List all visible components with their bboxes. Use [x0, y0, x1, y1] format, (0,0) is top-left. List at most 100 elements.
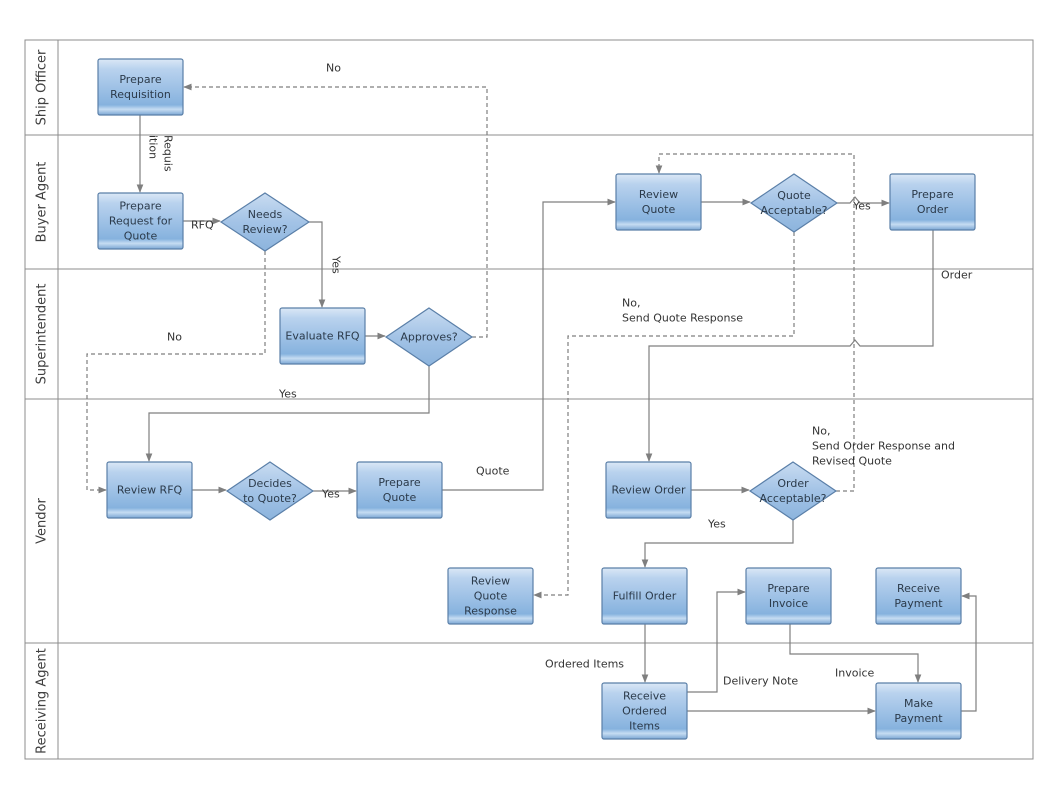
process-box	[97, 58, 184, 116]
node-label: Quote	[474, 590, 508, 603]
node-label: Invoice	[769, 597, 809, 610]
node-label: Decides	[248, 477, 292, 490]
node-label: Response	[464, 605, 517, 618]
node-label: Receive	[897, 582, 940, 595]
process-box	[889, 173, 976, 231]
edge-approves-to-review-rfq[interactable]	[145, 366, 430, 462]
edge-prepare-order-to-review-order[interactable]	[645, 230, 934, 462]
node-prepare-quote[interactable]: Prepare Quote	[356, 461, 443, 519]
edge-label: RFQ	[191, 219, 214, 232]
node-label: Approves?	[400, 331, 458, 344]
node-label: Quote	[383, 491, 417, 504]
edge-label-text: Yes	[278, 388, 297, 401]
lane-label-vendor: Vendor	[35, 498, 50, 544]
node-label: Prepare	[119, 73, 161, 86]
edge-label-text: RFQ	[191, 219, 214, 232]
node-label: Order	[777, 477, 809, 490]
node-label: Review RFQ	[117, 484, 183, 497]
edge-label-text: Send Quote Response	[622, 312, 743, 325]
node-prepare-rfq[interactable]: Prepare Request for Quote	[97, 192, 184, 250]
node-prepare-invoice[interactable]: Prepare Invoice	[745, 567, 832, 625]
edge-label-text: No	[326, 62, 341, 75]
edge-make-payment-to-receive-payment[interactable]	[961, 592, 977, 712]
node-needs-review[interactable]: Needs Review?	[219, 192, 311, 252]
lane-label-ship-officer: Ship Officer	[35, 49, 50, 125]
edge-label: No	[326, 62, 341, 75]
edge-needs-review-to-review-rfq[interactable]	[86, 251, 266, 494]
node-label: Prepare	[911, 188, 953, 201]
edge-label-text: Invoice	[835, 667, 875, 680]
edge-label: Delivery Note	[723, 675, 798, 688]
node-label: Review	[639, 188, 678, 201]
node-review-quote[interactable]: Review Quote	[615, 173, 702, 231]
edge-prepare-quote-to-review-quote[interactable]	[442, 198, 616, 491]
node-label: Prepare	[119, 200, 161, 213]
node-label: Review	[471, 575, 510, 588]
node-approves[interactable]: Approves?	[384, 307, 474, 367]
edge-label-text: Yes	[330, 255, 343, 274]
edge-label-text: Yes	[707, 518, 726, 531]
edge-label: Invoice	[835, 667, 875, 680]
edge-label: Yes	[330, 255, 343, 274]
edge-label: Yes	[278, 388, 297, 401]
edge-label-text: Requis	[162, 135, 175, 172]
process-box	[875, 682, 962, 740]
node-label: Payment	[894, 597, 943, 610]
node-receive-ordered-items[interactable]: Receive Ordered Items	[601, 682, 688, 740]
lane-label-buyer-agent: Buyer Agent	[35, 162, 50, 243]
node-decides-to-quote[interactable]: Decides to Quote?	[225, 461, 315, 521]
node-label: Order	[917, 203, 949, 216]
node-review-rfq[interactable]: Review RFQ	[106, 461, 193, 519]
node-label: Review?	[242, 223, 287, 236]
node-label: Needs	[248, 208, 283, 221]
node-label: Make	[904, 697, 933, 710]
edge-needs-review-to-evaluate-rfq[interactable]	[309, 221, 326, 308]
node-label: Fulfill Order	[613, 590, 677, 603]
node-label: Items	[629, 720, 660, 733]
process-box	[615, 173, 702, 231]
node-review-quote-response[interactable]: Review Quote Response	[447, 567, 534, 625]
process-box	[875, 567, 962, 625]
node-label: Quote	[777, 189, 811, 202]
edge-label-text: No,	[622, 297, 640, 310]
edge-label-text: No,	[812, 425, 830, 438]
edge-label-text: Delivery Note	[723, 675, 798, 688]
node-order-acceptable[interactable]: Order Acceptable?	[748, 461, 838, 521]
edge-label: No	[167, 331, 182, 344]
decision-diamond	[749, 173, 839, 233]
process-box	[745, 567, 832, 625]
node-make-payment[interactable]: Make Payment	[875, 682, 962, 740]
edge-label-text: Quote	[476, 465, 510, 478]
node-label: Receive	[623, 690, 666, 703]
edge-label-text: Yes	[321, 488, 340, 501]
node-prepare-order[interactable]: Prepare Order	[889, 173, 976, 231]
node-prepare-requisition[interactable]: Prepare Requisition	[97, 58, 184, 116]
node-label: Payment	[894, 712, 943, 725]
node-fulfill-order[interactable]: Fulfill Order	[601, 567, 688, 625]
decision-diamond	[219, 192, 311, 252]
node-label: Quote	[124, 230, 158, 243]
node-label: Quote	[642, 203, 676, 216]
node-label: to Quote?	[243, 492, 297, 505]
edge-label-text: Send Order Response and	[812, 440, 955, 453]
node-evaluate-rfq[interactable]: Evaluate RFQ	[279, 307, 366, 365]
node-label: Acceptable?	[760, 492, 827, 505]
node-label: Acceptable?	[761, 204, 828, 217]
node-label: Evaluate RFQ	[285, 330, 360, 343]
node-label: Requisition	[110, 88, 171, 101]
edge-approves-to-prepare-requisition[interactable]	[183, 83, 488, 338]
node-review-order[interactable]: Review Order	[605, 461, 692, 519]
lane-label-superintendent: Superintendent	[35, 284, 50, 385]
node-quote-acceptable[interactable]: Quote Acceptable?	[749, 173, 839, 233]
node-label: Review Order	[611, 484, 685, 497]
edge-label: Ordered Items	[545, 658, 624, 671]
lane-label-receiving-agent: Receiving Agent	[35, 648, 50, 754]
edge-label-text: Order	[941, 269, 973, 282]
process-box	[356, 461, 443, 519]
edge-label: Yes	[852, 200, 871, 213]
edge-quote-acceptable-to-review-quote-response[interactable]	[533, 232, 795, 599]
edge-label-text: ition	[147, 135, 160, 159]
edge-label: Order	[941, 269, 973, 282]
node-receive-payment[interactable]: Receive Payment	[875, 567, 962, 625]
decision-diamond	[225, 461, 315, 521]
